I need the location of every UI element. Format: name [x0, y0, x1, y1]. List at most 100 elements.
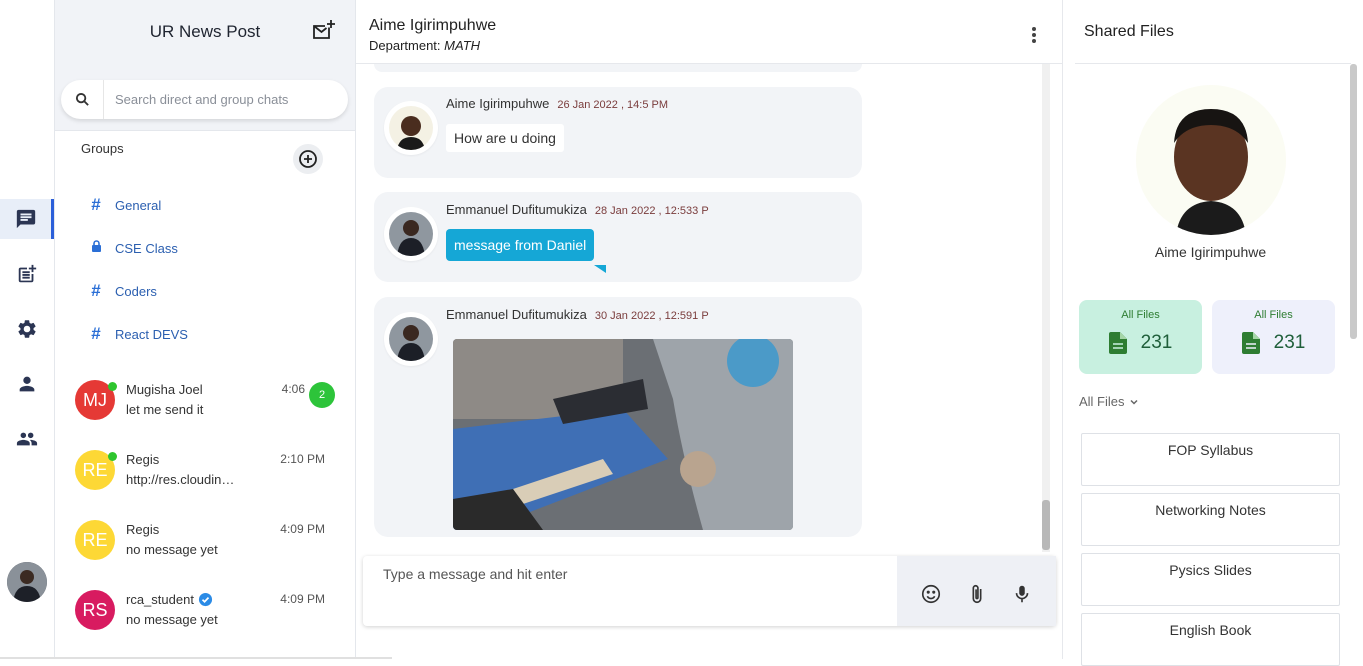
- groups-label: Groups: [81, 141, 124, 156]
- lock-icon: [89, 238, 103, 258]
- message-item: Emmanuel Dufitumukiza 30 Jan 2022 , 12:59…: [374, 297, 862, 537]
- message-scrollbar[interactable]: [1042, 64, 1050, 552]
- file-item[interactable]: Pysics Slides: [1081, 553, 1340, 606]
- chat-header: Aime Igirimpuhwe Department: MATH: [356, 0, 1062, 64]
- search-icon: [61, 80, 104, 119]
- group-item-react-devs[interactable]: # React DEVS: [89, 323, 188, 345]
- microphone-icon[interactable]: [1011, 583, 1033, 605]
- message-input[interactable]: [383, 566, 883, 582]
- search-input[interactable]: [104, 92, 334, 107]
- chat-main: Aime Igirimpuhwe Department: MATH Aime I…: [356, 0, 1062, 659]
- more-options-button[interactable]: [1032, 27, 1036, 43]
- previous-message-edge: [374, 64, 862, 72]
- chevron-down-icon: [1129, 399, 1138, 405]
- stat-value: 231: [1140, 332, 1173, 353]
- chat-time: 4:09 PM: [280, 592, 325, 606]
- chat-preview: http://res.cloudinary.com: [126, 472, 238, 487]
- chat-name: Mugisha Joel: [126, 382, 203, 397]
- chat-preview: no message yet: [126, 542, 218, 557]
- people-icon: [16, 432, 38, 446]
- chat-preview: let me send it: [126, 402, 204, 417]
- app-title: UR News Post: [149, 21, 261, 41]
- stat-card-all-files[interactable]: All Files 231: [1079, 300, 1202, 374]
- user-photo-icon: [7, 562, 47, 602]
- message-time: 28 Jan 2022 , 12:533 P: [594, 205, 709, 217]
- file-item[interactable]: Networking Notes: [1081, 493, 1340, 546]
- file-item[interactable]: English Book: [1081, 613, 1340, 666]
- chat-item-regis[interactable]: RE Regis http://res.cloudinary.com 2:10 …: [55, 450, 355, 512]
- hash-icon: #: [91, 195, 101, 214]
- icon-rail: [0, 0, 55, 659]
- contact-department: Department: MATH: [369, 38, 481, 53]
- compose-mail-icon: [313, 20, 335, 39]
- online-status-dot: [108, 452, 117, 461]
- message-image[interactable]: [453, 339, 793, 530]
- bubble-tail: [594, 265, 606, 273]
- hash-icon: #: [91, 281, 101, 300]
- current-user-avatar[interactable]: [7, 562, 47, 602]
- message-time: 30 Jan 2022 , 12:591 P: [594, 310, 709, 322]
- profile-photo-icon: [1136, 85, 1286, 235]
- unread-badge: 2: [309, 382, 335, 408]
- shared-photo-icon: [453, 339, 793, 530]
- divider: [1075, 63, 1351, 64]
- add-group-button[interactable]: [293, 144, 323, 174]
- composer-actions: [897, 556, 1056, 626]
- chat-item-rca-student[interactable]: RS rca_student no message yet 4:09 PM: [55, 590, 355, 652]
- attachment-icon[interactable]: [966, 583, 988, 605]
- stat-card-all-files-2[interactable]: All Files 231: [1212, 300, 1335, 374]
- avatar: [384, 207, 438, 261]
- emoji-icon[interactable]: [920, 583, 942, 605]
- chat-item-regis-2[interactable]: RE Regis no message yet 4:09 PM: [55, 520, 355, 582]
- message-item: Emmanuel Dufitumukiza 28 Jan 2022 , 12:53…: [374, 192, 862, 282]
- message-author: Emmanuel Dufitumukiza 28 Jan 2022 , 12:53…: [446, 202, 709, 217]
- stat-label: All Files: [1121, 309, 1160, 321]
- panel-title: Shared Files: [1084, 23, 1174, 40]
- person-icon: [19, 376, 35, 392]
- profile-nav-button[interactable]: [0, 364, 54, 404]
- stat-label: All Files: [1254, 309, 1293, 321]
- online-status-dot: [108, 382, 117, 391]
- groups-header: Groups: [55, 131, 355, 189]
- group-label: General: [115, 197, 162, 213]
- chats-nav-button[interactable]: [0, 199, 54, 239]
- search-bar: [61, 80, 348, 119]
- add-circle-icon: [299, 150, 317, 168]
- avatar: RE: [75, 520, 115, 560]
- message-text: message from Daniel: [446, 229, 595, 261]
- stat-value: 231: [1273, 332, 1306, 353]
- new-message-button[interactable]: [311, 18, 337, 44]
- hash-icon: #: [91, 324, 101, 343]
- chat-name: rca_student: [126, 592, 213, 607]
- chat-time: 4:06: [281, 382, 305, 396]
- chat-item-mugisha-joel[interactable]: MJ Mugisha Joel let me send it 4:06 2: [55, 380, 355, 442]
- chat-name: Regis: [126, 522, 160, 537]
- file-item[interactable]: FOP Syllabus: [1081, 433, 1340, 486]
- chat-name: Regis: [126, 452, 160, 467]
- contact-name: Aime Igirimpuhwe: [369, 17, 497, 34]
- group-item-coders[interactable]: # Coders: [89, 280, 157, 302]
- file-filter-dropdown[interactable]: All Files: [1079, 394, 1139, 409]
- message-author: Emmanuel Dufitumukiza 30 Jan 2022 , 12:59…: [446, 307, 709, 322]
- chat-preview: no message yet: [126, 612, 218, 627]
- profile-photo: [1136, 85, 1286, 235]
- group-item-cse-class[interactable]: CSE Class: [89, 237, 178, 259]
- panel-scrollbar[interactable]: [1350, 64, 1357, 339]
- message-author: Aime Igirimpuhwe 26 Jan 2022 , 14:5 PM: [446, 96, 669, 111]
- chat-time: 4:09 PM: [280, 522, 325, 536]
- avatar: [384, 312, 438, 366]
- posts-nav-button[interactable]: [0, 254, 54, 294]
- post-add-icon: [18, 264, 37, 283]
- settings-nav-button[interactable]: [0, 309, 54, 349]
- group-item-general[interactable]: # General: [89, 194, 161, 216]
- file-icon: [1108, 332, 1127, 354]
- file-icon: [1241, 332, 1260, 354]
- message-text: How are u doing: [446, 124, 564, 152]
- user-photo-icon: [389, 212, 433, 256]
- chat-sidebar: UR News Post Groups # General CSE Class …: [55, 0, 356, 659]
- message-item: Aime Igirimpuhwe 26 Jan 2022 , 14:5 PM Ho…: [374, 87, 862, 178]
- scroll-thumb[interactable]: [1042, 500, 1050, 550]
- filter-label: All Files: [1079, 394, 1125, 409]
- group-label: CSE Class: [115, 240, 178, 256]
- people-nav-button[interactable]: [0, 419, 54, 459]
